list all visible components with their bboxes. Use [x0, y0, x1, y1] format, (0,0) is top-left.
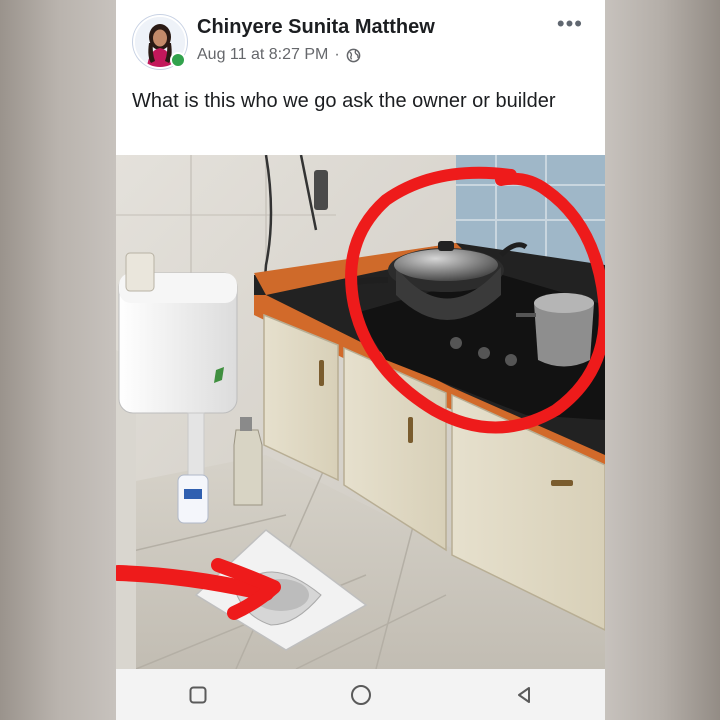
online-status-dot — [170, 52, 186, 68]
post-header: Chinyere Sunita Matthew Aug 11 at 8:27 P… — [116, 0, 605, 80]
more-dots-icon: ••• — [556, 11, 583, 36]
home-icon — [350, 684, 371, 705]
post-text: What is this who we go ask the owner or … — [132, 90, 556, 112]
more-options-button[interactable]: ••• — [556, 11, 583, 36]
post-photo[interactable] — [116, 154, 605, 670]
bottle — [233, 429, 263, 506]
wok-lid — [394, 249, 498, 281]
back-icon — [517, 686, 530, 703]
globe-icon[interactable] — [346, 48, 361, 63]
post-meta: Aug 11 at 8:27 PM · — [197, 46, 361, 64]
post-author-name[interactable]: Chinyere Sunita Matthew — [197, 16, 435, 39]
toilet-roll-holder — [125, 252, 155, 292]
meta-separator: · — [334, 46, 340, 63]
home-button[interactable] — [347, 681, 375, 709]
post-timestamp[interactable]: Aug 11 at 8:27 PM — [197, 46, 328, 64]
recent-apps-button[interactable] — [184, 681, 212, 709]
recent-apps-icon — [189, 686, 206, 703]
phone-screen: Chinyere Sunita Matthew Aug 11 at 8:27 P… — [116, 0, 605, 720]
back-button[interactable] — [510, 681, 538, 709]
system-nav-bar — [116, 669, 605, 720]
